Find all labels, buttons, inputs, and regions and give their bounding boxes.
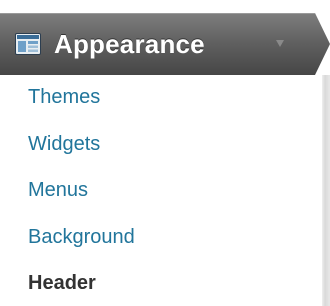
submenu-item-menus[interactable]: Menus	[28, 178, 88, 202]
admin-menu-panel: Appearance Themes Widgets Menus Backgrou…	[0, 0, 330, 306]
menu-divider	[322, 75, 330, 306]
caret-down-icon[interactable]	[270, 37, 290, 51]
appearance-icon	[15, 33, 41, 55]
submenu-item-themes[interactable]: Themes	[28, 85, 100, 109]
submenu-item-header[interactable]: Header	[28, 271, 96, 295]
appearance-menu-title: Appearance	[54, 29, 205, 59]
submenu-item-background[interactable]: Background	[28, 225, 135, 249]
submenu-item-widgets[interactable]: Widgets	[28, 132, 100, 156]
appearance-menu-header[interactable]: Appearance	[0, 13, 330, 75]
